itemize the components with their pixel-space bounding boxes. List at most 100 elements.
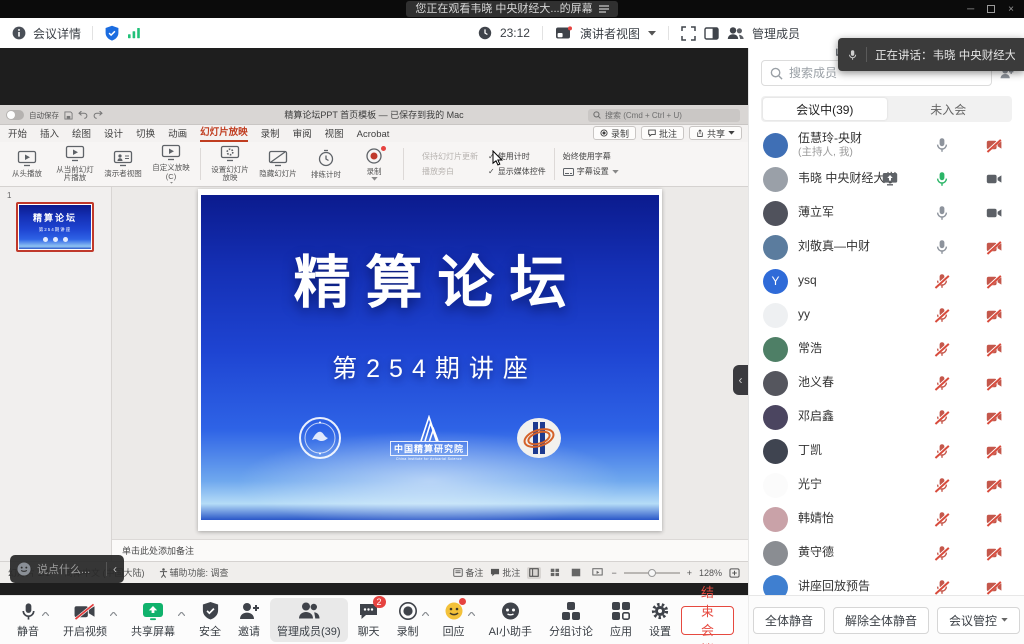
mic-status-icon[interactable]	[934, 273, 950, 289]
mic-status-icon[interactable]	[934, 375, 950, 391]
reading-view-button[interactable]	[569, 567, 583, 579]
meeting-details-link[interactable]: 会议详情	[33, 25, 81, 42]
fullscreen-icon[interactable]	[681, 26, 696, 41]
mic-status-icon[interactable]	[934, 545, 950, 561]
member-row[interactable]: Y ysq	[749, 264, 1024, 298]
view-mode-selector[interactable]: 演讲者视图	[580, 25, 640, 42]
panel-footer-button-3[interactable]: 会议管控	[937, 607, 1020, 634]
panel-footer-button-1[interactable]: 全体静音	[753, 607, 825, 634]
toolbar-members-button[interactable]: 管理成员(39)	[270, 598, 348, 642]
ribbon-button[interactable]: 从头播放	[6, 144, 48, 184]
camera-status-icon[interactable]	[986, 477, 1002, 493]
ribbon-button[interactable]: 录制	[353, 144, 395, 184]
camera-status-icon[interactable]	[986, 511, 1002, 527]
list-icon[interactable]	[599, 5, 609, 13]
fit-slide-icon[interactable]	[729, 568, 740, 578]
camera-status-icon[interactable]	[986, 273, 1002, 289]
zoom-in-button[interactable]: +	[687, 568, 692, 578]
ribbon-button[interactable]: 演示者视图	[102, 144, 144, 184]
slide-thumbnail[interactable]: 精算论坛 第254期讲座	[16, 202, 94, 252]
ppt-tab-7[interactable]: 幻灯片放映	[200, 124, 248, 142]
mic-status-icon[interactable]	[934, 477, 950, 493]
member-row[interactable]: 薄立军	[749, 196, 1024, 230]
camera-status-icon[interactable]	[986, 137, 1002, 153]
ppt-action-共享[interactable]: 共享	[689, 126, 742, 140]
ribbon-checkbox[interactable]: 播放旁白	[412, 166, 478, 177]
camera-status-icon[interactable]	[986, 579, 1002, 595]
toolbar-shield-button[interactable]: 安全	[192, 598, 228, 642]
ppt-tab-1[interactable]: 开始	[8, 126, 27, 142]
mic-status-icon[interactable]	[934, 443, 950, 459]
member-tab-not-joined[interactable]: 未入会	[887, 98, 1011, 120]
mic-status-icon[interactable]	[934, 341, 950, 357]
member-row[interactable]: 韦晓 中央财经大学	[749, 162, 1024, 196]
collapse-chat-icon[interactable]: ‹	[113, 562, 117, 576]
undo-icon[interactable]	[78, 111, 88, 119]
expand-caret-icon[interactable]	[422, 607, 429, 619]
ribbon-button[interactable]: 设置幻灯片放映	[209, 144, 251, 184]
mic-status-icon[interactable]	[934, 205, 950, 221]
member-row[interactable]: 伍慧玲-央财 (主持人, 我)	[749, 128, 1024, 162]
mic-status-icon[interactable]	[934, 137, 950, 153]
member-row[interactable]: 邓启鑫	[749, 400, 1024, 434]
mic-status-icon[interactable]	[934, 511, 950, 527]
member-row[interactable]: 黄守德	[749, 536, 1024, 570]
expand-caret-icon[interactable]	[110, 607, 117, 619]
panel-collapse-handle[interactable]: ‹	[733, 365, 748, 395]
ppt-action-录制[interactable]: 录制	[593, 126, 636, 140]
camera-status-icon[interactable]	[986, 171, 1002, 187]
toolbar-settings-button[interactable]: 设置	[642, 598, 678, 642]
mic-status-icon[interactable]	[934, 171, 950, 187]
ppt-tab-8[interactable]: 录制	[261, 126, 280, 142]
ppt-search-box[interactable]: 搜索 (Cmd + Ctrl + U)	[588, 109, 740, 122]
toolbar-invite-button[interactable]: 邀请	[231, 598, 267, 642]
members-icon[interactable]	[727, 26, 744, 40]
ppt-action-批注[interactable]: 批注	[641, 126, 684, 140]
ppt-tab-6[interactable]: 动画	[168, 126, 187, 142]
member-row[interactable]: 讲座回放预告	[749, 570, 1024, 595]
expand-caret-icon[interactable]	[468, 607, 475, 619]
toolbar-apps-button[interactable]: 应用	[603, 598, 639, 642]
ppt-tab-5[interactable]: 切换	[136, 126, 155, 142]
zoom-out-button[interactable]: −	[611, 568, 616, 578]
member-tab-in-meeting[interactable]: 会议中(39)	[763, 98, 887, 120]
camera-status-icon[interactable]	[986, 205, 1002, 221]
slideshow-view-button[interactable]	[590, 567, 604, 579]
toolbar-screen-share-button[interactable]: 共享屏幕	[124, 598, 182, 642]
toolbar-chat-button[interactable]: 聊天 2	[351, 598, 387, 642]
security-shield-icon[interactable]	[104, 25, 120, 41]
sorter-view-button[interactable]	[548, 567, 562, 579]
notes-pane[interactable]: 单击此处添加备注	[112, 539, 748, 561]
ppt-tab-3[interactable]: 绘图	[72, 126, 91, 142]
expand-caret-icon[interactable]	[178, 607, 185, 619]
quick-chat-bar[interactable]: 说点什么... ‹	[10, 555, 124, 583]
maximize-button[interactable]	[987, 5, 995, 13]
toolbar-ai-button[interactable]: AI小助手	[482, 598, 539, 642]
ppt-tab-9[interactable]: 审阅	[293, 126, 312, 142]
mic-status-icon[interactable]	[934, 307, 950, 323]
member-row[interactable]: 光宁	[749, 468, 1024, 502]
save-icon[interactable]	[64, 111, 73, 120]
member-row[interactable]: 池义春	[749, 366, 1024, 400]
ribbon-button[interactable]: 隐藏幻灯片	[257, 144, 299, 184]
mic-status-icon[interactable]	[934, 409, 950, 425]
camera-status-icon[interactable]	[986, 545, 1002, 561]
ribbon-checkbox[interactable]: 保持幻灯片更新	[412, 151, 478, 162]
zoom-percent[interactable]: 128%	[699, 568, 722, 578]
member-row[interactable]: 丁凯	[749, 434, 1024, 468]
ribbon-caption-item[interactable]: 始终使用字幕	[563, 151, 619, 162]
manage-members-header[interactable]: 管理成员	[752, 25, 800, 42]
chat-input-placeholder[interactable]: 说点什么...	[37, 561, 100, 577]
network-signal-icon[interactable]	[127, 27, 141, 39]
toolbar-record-button[interactable]: 录制	[390, 598, 426, 642]
expand-caret-icon[interactable]	[42, 607, 49, 619]
ribbon-checkbox[interactable]: ✓显示媒体控件	[488, 166, 546, 177]
ribbon-caption-item[interactable]: 字幕设置	[563, 166, 619, 177]
redo-icon[interactable]	[93, 111, 103, 119]
mic-status-icon[interactable]	[934, 579, 950, 595]
member-row[interactable]: 常浩	[749, 332, 1024, 366]
ribbon-button[interactable]: 从当前幻灯片播放	[54, 144, 96, 184]
panel-footer-button-2[interactable]: 解除全体静音	[833, 607, 929, 634]
end-meeting-button[interactable]: 结束会议	[681, 606, 734, 635]
toolbar-camera-off-button[interactable]: 开启视频	[56, 598, 114, 642]
